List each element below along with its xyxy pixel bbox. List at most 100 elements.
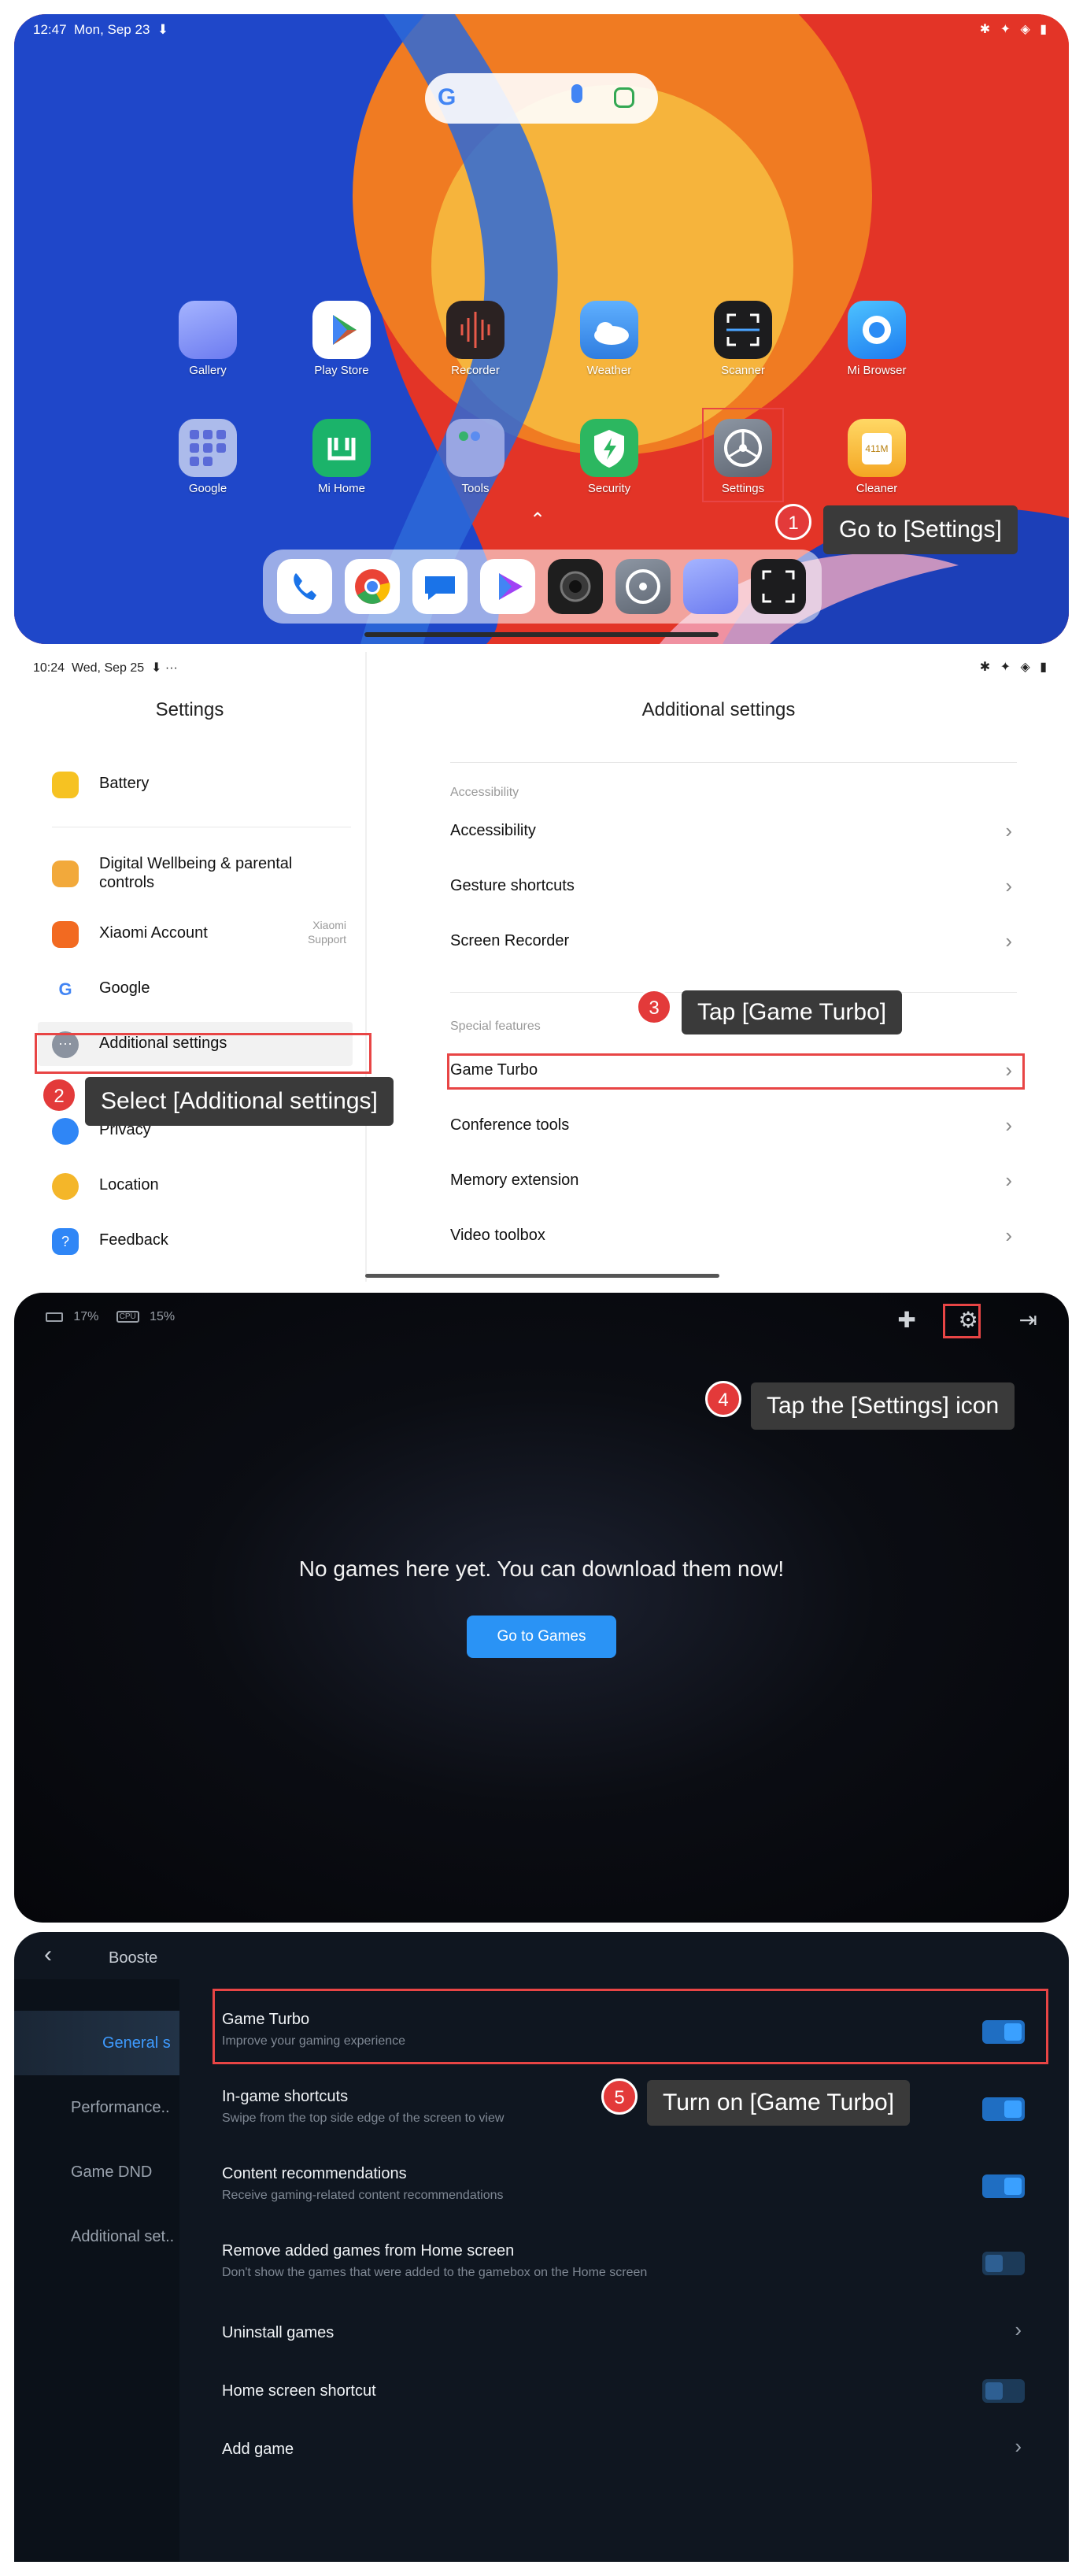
chevron-right-icon: › <box>1005 1113 1012 1137</box>
section-accessibility: Accessibility <box>450 786 519 799</box>
play-store-icon <box>312 301 371 359</box>
row-subtitle: Swipe from the top side edge of the scre… <box>222 2112 505 2125</box>
chrome-icon[interactable] <box>345 559 400 614</box>
row-screen-recorder[interactable]: Screen Recorder › <box>450 916 1017 967</box>
app-google-folder[interactable]: Google <box>149 419 267 495</box>
messages-icon[interactable] <box>412 559 468 614</box>
app-weather[interactable]: Weather <box>550 301 668 377</box>
remove-added-games-toggle[interactable] <box>982 2252 1025 2275</box>
chevron-right-icon: › <box>1005 929 1012 953</box>
step-2-callout: Select [Additional settings] <box>85 1077 394 1126</box>
row-home-screen-shortcut[interactable]: Home screen shortcut <box>222 2363 1040 2419</box>
section-special-features: Special features <box>450 1020 541 1033</box>
row-conference-tools[interactable]: Conference tools › <box>450 1101 1017 1151</box>
settings-item-label: Google <box>99 979 150 997</box>
google-folder-icon <box>179 419 237 477</box>
settings-item-xiaomi-account[interactable]: Xiaomi Account Xiaomi Support <box>38 912 353 956</box>
step-5-badge: 5 <box>601 2078 638 2115</box>
app-label: Play Store <box>314 364 369 377</box>
phone-icon[interactable] <box>277 559 332 614</box>
camera-icon[interactable] <box>548 559 603 614</box>
settings-sidebar: General s Performance.. Game DND Additio… <box>14 1979 179 2562</box>
row-title: Add game <box>222 2441 294 2458</box>
scanner-icon <box>714 301 772 359</box>
row-accessibility[interactable]: Accessibility › <box>450 806 1017 857</box>
app-cleaner[interactable]: 411M Cleaner <box>818 419 936 495</box>
app-scanner[interactable]: Scanner <box>684 301 802 377</box>
cleaner-badge: 411M <box>862 433 892 464</box>
app-label: Weather <box>586 364 632 377</box>
nav-performance[interactable]: Performance.. <box>14 2075 179 2140</box>
app-label: Cleaner <box>856 482 898 495</box>
gallery-icon[interactable] <box>683 559 738 614</box>
row-gesture-shortcuts[interactable]: Gesture shortcuts › <box>450 861 1017 912</box>
exit-icon[interactable]: ⇥ <box>1019 1308 1037 1332</box>
row-subtitle: Don't show the games that were added to … <box>222 2266 648 2279</box>
app-recorder[interactable]: Recorder <box>416 301 534 377</box>
game-turbo-settings-panel: ‹ Booste General s Performance.. Game DN… <box>14 1932 1069 2562</box>
dock <box>263 550 822 624</box>
battery-icon <box>52 772 79 798</box>
settings-item-google[interactable]: G Google <box>38 967 353 1011</box>
app-label: Scanner <box>721 364 765 377</box>
cleaner-icon: 411M <box>848 419 906 477</box>
header-title: Booste <box>109 1949 158 1967</box>
weather-icon <box>580 301 638 359</box>
step-1-badge: 1 <box>775 504 811 540</box>
chevron-right-icon: › <box>1015 2318 1022 2341</box>
row-subtitle: Receive gaming-related content recommend… <box>222 2189 504 2202</box>
settings-item-sublabel: Xiaomi Support <box>307 919 346 946</box>
row-memory-extension[interactable]: Memory extension › <box>450 1156 1017 1206</box>
app-security[interactable]: Security <box>550 419 668 495</box>
row-remove-added-games[interactable]: Remove added games from Home screen Don'… <box>222 2228 1040 2299</box>
app-play-store[interactable]: Play Store <box>283 301 401 377</box>
home-screen-shortcut-toggle[interactable] <box>982 2379 1025 2403</box>
row-video-toolbox[interactable]: Video toolbox › <box>450 1211 1017 1261</box>
app-drawer-chevron-icon[interactable]: ⌃ <box>530 509 545 531</box>
settings-icon[interactable] <box>615 559 671 614</box>
app-mi-browser[interactable]: Mi Browser <box>818 301 936 377</box>
digital-wellbeing-icon <box>52 861 79 887</box>
cpu-icon: CPU <box>116 1311 139 1323</box>
row-title: In-game shortcuts <box>222 2088 349 2105</box>
row-label: Video toolbox <box>450 1227 545 1244</box>
nav-game-dnd[interactable]: Game DND <box>14 2140 179 2204</box>
step-3-callout: Tap [Game Turbo] <box>682 990 903 1034</box>
battery-icon <box>46 1312 63 1322</box>
scanner-icon[interactable] <box>751 559 806 614</box>
app-mi-home[interactable]: Mi Home <box>283 419 401 495</box>
chevron-right-icon: › <box>1005 1223 1012 1247</box>
go-to-games-button[interactable]: Go to Games <box>467 1616 616 1658</box>
add-icon[interactable]: ✚ <box>897 1308 915 1332</box>
nav-general-settings[interactable]: General s <box>14 2011 179 2075</box>
empty-games-message: No games here yet. You can download them… <box>298 1556 785 1581</box>
settings-item-label: Location <box>99 1176 159 1194</box>
row-uninstall-games[interactable]: Uninstall games › <box>222 2305 1040 2360</box>
play-games-icon[interactable] <box>480 559 535 614</box>
step-2-badge: 2 <box>41 1077 77 1113</box>
app-gallery[interactable]: Gallery <box>149 301 267 377</box>
chevron-right-icon: › <box>1005 1168 1012 1192</box>
settings-item-battery[interactable]: Battery <box>38 762 353 806</box>
google-search-bar[interactable]: G <box>425 73 658 124</box>
lens-icon[interactable] <box>614 87 634 108</box>
settings-item-feedback[interactable]: ? Feedback <box>38 1219 353 1263</box>
settings-item-label: Xiaomi Account <box>99 924 208 942</box>
perf-stats: 17% CPU 15% <box>46 1310 175 1324</box>
additional-settings-title: Additional settings <box>641 699 796 720</box>
microphone-icon[interactable] <box>571 84 582 103</box>
additional-settings-pane: Additional settings Accessibility Access… <box>368 652 1069 1282</box>
security-icon <box>580 419 638 477</box>
content-recommendations-toggle[interactable] <box>982 2174 1025 2198</box>
home-screen-panel: 12:47 Mon, Sep 23 ⬇ ✱ ✦ ◈ ▮ G Gallery Pl… <box>14 14 1069 644</box>
gallery-icon <box>179 301 237 359</box>
row-content-recommendations[interactable]: Content recommendations Receive gaming-r… <box>222 2151 1040 2222</box>
in-game-shortcuts-toggle[interactable] <box>982 2097 1025 2121</box>
settings-item-location[interactable]: Location <box>38 1164 353 1208</box>
settings-item-digital-wellbeing[interactable]: Digital Wellbeing & parental controls <box>38 845 353 903</box>
back-button[interactable]: ‹ <box>44 1941 52 1968</box>
nav-additional-settings[interactable]: Additional set.. <box>14 2204 179 2269</box>
app-label: Mi Home <box>317 482 365 495</box>
row-add-game[interactable]: Add game › <box>222 2422 1040 2477</box>
app-tools-folder[interactable]: Tools <box>416 419 534 495</box>
